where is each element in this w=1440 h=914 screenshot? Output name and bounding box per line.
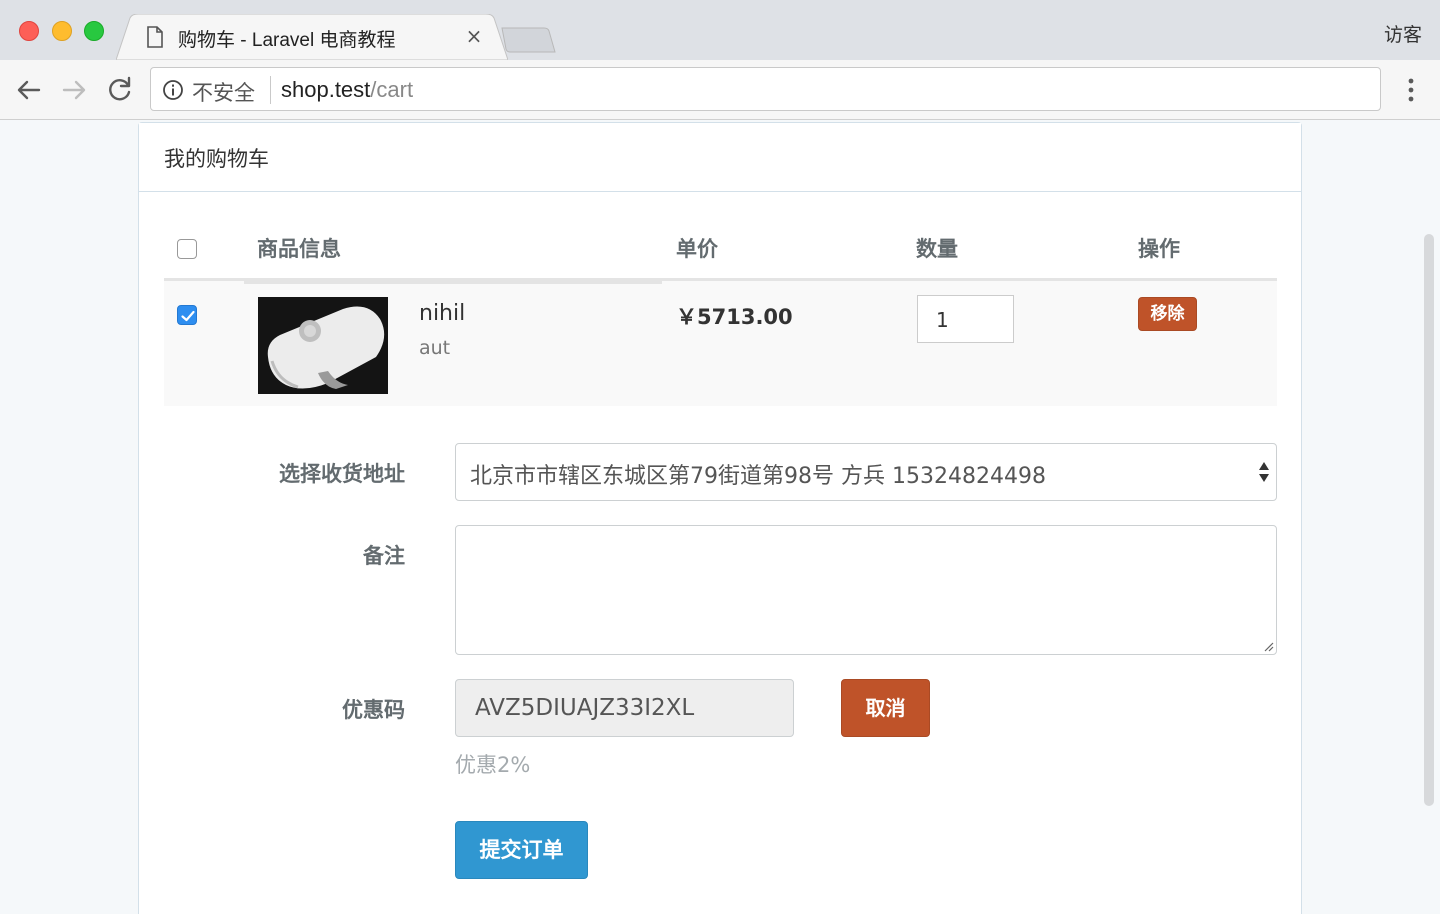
remark-textarea[interactable]: [455, 525, 1277, 655]
quantity-input[interactable]: 1: [917, 295, 1014, 343]
forward-arrow-icon[interactable]: [57, 73, 91, 107]
item-checkbox[interactable]: [177, 305, 197, 325]
coupon-cancel-button[interactable]: 取消: [841, 679, 930, 737]
address-bar[interactable]: 不安全 shop.test/cart: [150, 67, 1381, 111]
reload-icon[interactable]: [103, 73, 137, 107]
browser-tab-active[interactable]: 购物车 - Laravel 电商教程 ×: [116, 14, 508, 60]
window-minimize-button[interactable]: [52, 21, 72, 41]
product-sku: aut: [419, 337, 451, 359]
resize-grip-icon[interactable]: [1262, 640, 1274, 652]
product-title[interactable]: nihil: [419, 301, 465, 326]
window-close-button[interactable]: [19, 21, 39, 41]
column-header-price: 单价: [676, 237, 718, 261]
page-content: 我的购物车 商品信息 单价 数量 操作 nihil aut ￥5713.00 1…: [0, 121, 1440, 914]
address-select[interactable]: 北京市市辖区东城区第79街道第98号 方兵 15324824498: [455, 443, 1277, 501]
product-price: ￥5713.00: [676, 305, 793, 329]
coupon-input[interactable]: AVZ5DIUAJZ33I2XL: [455, 679, 794, 737]
window-zoom-button[interactable]: [84, 21, 104, 41]
panel-heading: 我的购物车: [139, 123, 1301, 192]
remove-button[interactable]: 移除: [1138, 297, 1197, 331]
url-path: /cart: [370, 77, 414, 102]
checkmark-icon: [181, 310, 195, 322]
close-icon[interactable]: ×: [464, 24, 484, 48]
browser-titlebar: 购物车 - Laravel 电商教程 × 访客: [0, 0, 1440, 60]
page-scrollbar[interactable]: [1424, 234, 1434, 806]
address-label: 选择收货地址: [279, 462, 405, 486]
profile-guest-label[interactable]: 访客: [1384, 20, 1422, 47]
product-image[interactable]: [258, 297, 388, 394]
browser-toolbar: 不安全 shop.test/cart: [0, 60, 1440, 120]
info-icon[interactable]: [162, 79, 184, 101]
select-arrows-icon: [1259, 462, 1269, 482]
security-label[interactable]: 不安全: [192, 77, 255, 107]
select-all-checkbox[interactable]: [177, 239, 197, 259]
column-header-product: 商品信息: [257, 237, 341, 261]
address-selected-value: 北京市市辖区东城区第79街道第98号 方兵 15324824498: [470, 464, 1046, 489]
submit-order-button[interactable]: 提交订单: [455, 821, 588, 879]
panel-title: 我的购物车: [164, 147, 269, 171]
document-icon: [147, 26, 163, 48]
table-row: nihil aut ￥5713.00 1 移除: [164, 281, 1277, 406]
column-header-action: 操作: [1138, 237, 1180, 261]
omnibox-divider: [270, 76, 271, 104]
row-top-border: [244, 281, 662, 284]
menu-dots-icon[interactable]: [1400, 74, 1422, 106]
remark-label: 备注: [363, 544, 405, 568]
cart-panel: 我的购物车 商品信息 单价 数量 操作 nihil aut ￥5713.00 1…: [138, 122, 1302, 914]
column-header-quantity: 数量: [916, 237, 958, 261]
url-text[interactable]: shop.test/cart: [281, 77, 413, 103]
tab-title: 购物车 - Laravel 电商教程: [178, 30, 396, 51]
coupon-discount-note: 优惠2%: [455, 753, 531, 777]
back-arrow-icon[interactable]: [12, 73, 46, 107]
url-host: shop.test: [281, 77, 371, 102]
coupon-label: 优惠码: [342, 698, 405, 722]
new-tab-button[interactable]: [500, 26, 556, 54]
cart-table-header: 商品信息 单价 数量 操作: [164, 215, 1277, 279]
